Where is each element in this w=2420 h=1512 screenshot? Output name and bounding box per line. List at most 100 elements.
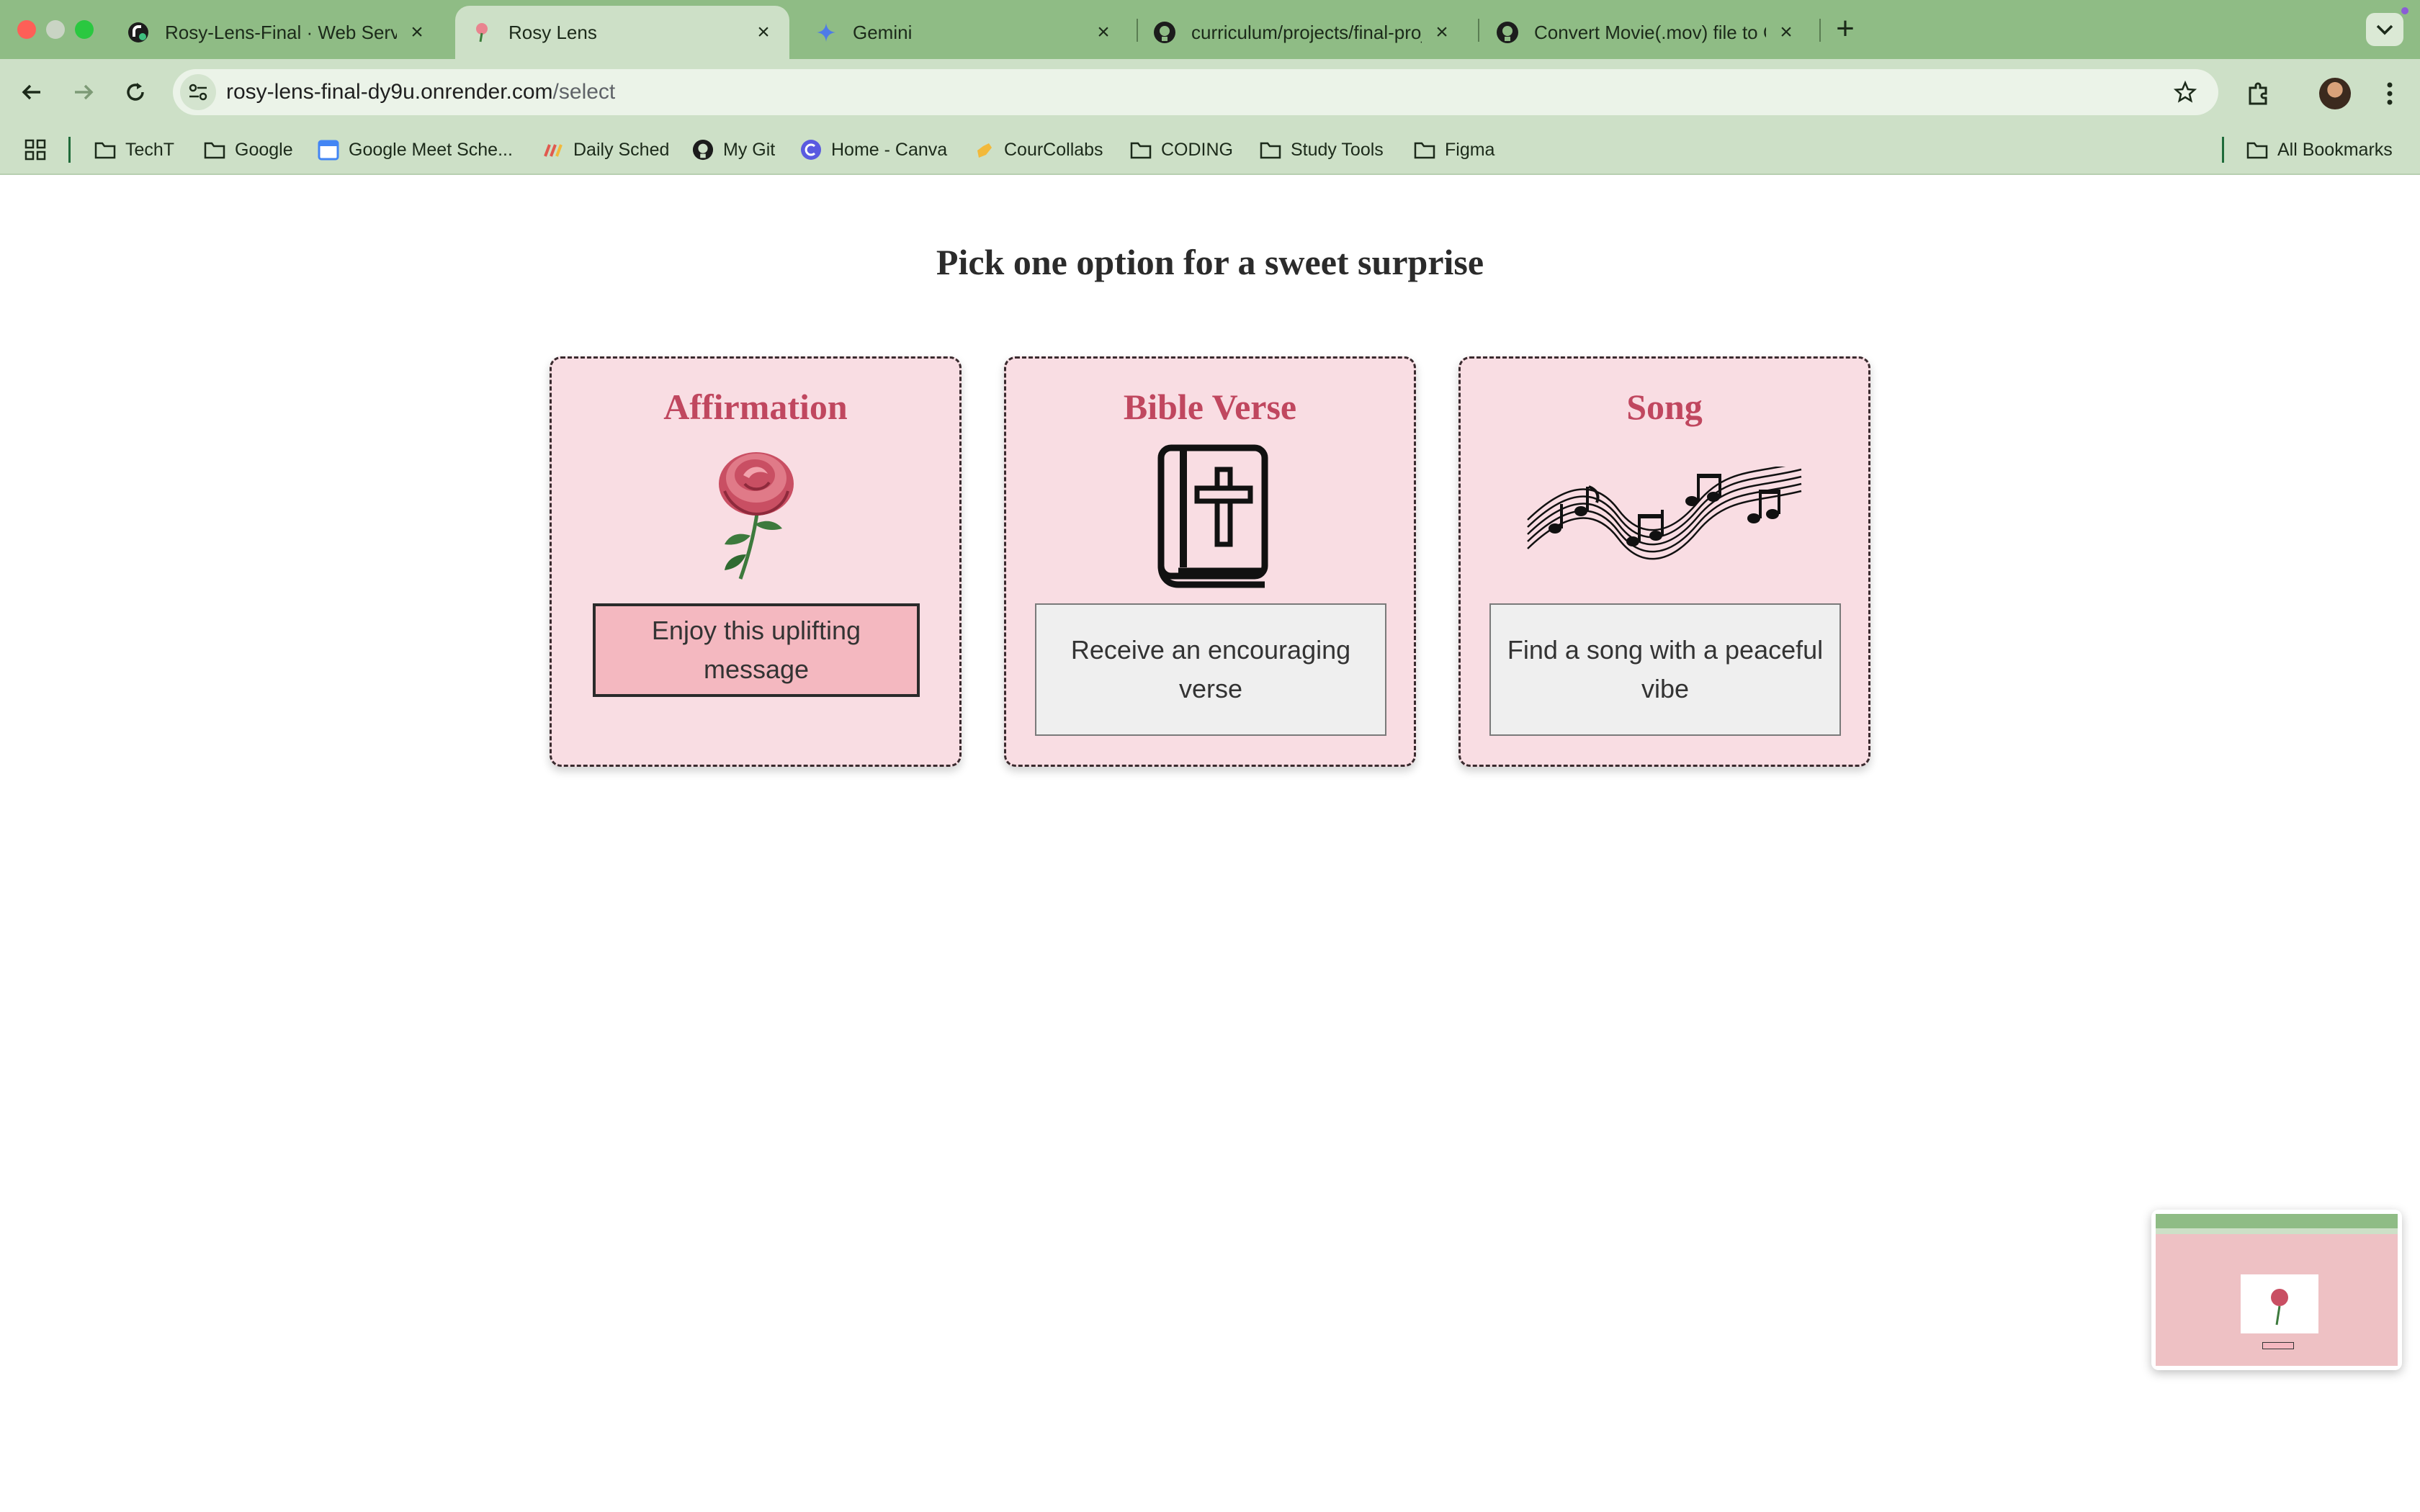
tab-search-button[interactable] [2366,13,2403,46]
bookmark-google[interactable]: Google [203,135,293,164]
github-icon [691,138,714,161]
song-button[interactable]: Find a song with a peaceful vibe [1489,603,1841,736]
gemini-sparkle-icon [814,20,838,45]
maximize-window-button[interactable] [75,20,94,39]
all-bookmarks-button[interactable]: All Bookmarks [2246,135,2393,164]
hand-icon [972,138,995,161]
bookmark-figma[interactable]: Figma [1413,135,1494,164]
new-tab-button[interactable]: + [1829,13,1861,46]
tab-title: Rosy-Lens-Final · Web Serv [165,21,397,43]
close-tab-icon[interactable]: × [752,20,775,44]
bookmark-label: Figma [1445,139,1495,160]
bookmark-label: My Git [723,139,776,160]
tab-render[interactable]: Rosy-Lens-Final · Web Serv × [112,6,443,59]
bookmark-label: Home - Canva [831,139,948,160]
arrow-left-icon [22,84,40,100]
card-bible-verse[interactable]: Bible Verse Receive an encouraging verse [1004,356,1416,767]
rose-icon [709,446,802,585]
site-info-icon[interactable] [180,74,216,110]
bookmarks-divider [2222,137,2224,163]
kebab-menu-icon[interactable] [2371,75,2408,112]
bookmark-label: Daily Sched [573,139,670,160]
tab-gemini[interactable]: Gemini × [799,6,1129,59]
thumbnail-card [2241,1274,2318,1333]
rose-favicon-icon [470,20,494,45]
bookmark-label: CODING [1161,139,1233,160]
chrome-divider [0,174,2420,175]
close-window-button[interactable] [17,20,36,39]
notification-dot [2401,7,2408,14]
url-path: /select [552,80,616,104]
tab-separator [1478,19,1479,42]
url-text[interactable]: rosy-lens-final-dy9u.onrender.com/select [226,80,615,104]
reload-button[interactable] [117,73,154,111]
bookmark-study-tools[interactable]: Study Tools [1259,135,1384,164]
tab-strip: Rosy-Lens-Final · Web Serv × Rosy Lens ×… [0,0,2420,59]
canva-icon [799,138,823,161]
url-host: rosy-lens-final-dy9u.onrender.com [226,80,553,104]
apps-grid-icon [24,139,46,161]
card-title: Affirmation [663,387,848,427]
music-notes-icon [1525,461,1804,564]
chevron-down-icon [2376,24,2393,35]
tab-github-curriculum[interactable]: curriculum/projects/final-proj × [1138,6,1468,59]
tab-rosy-lens[interactable]: Rosy Lens × [455,6,789,59]
tab-title: Convert Movie(.mov) file to G [1534,21,1766,43]
tab-title: curriculum/projects/final-proj [1191,21,1422,43]
bookmark-daily-sched[interactable]: Daily Sched [542,135,669,164]
github-icon [1152,20,1177,45]
bookmark-label: Study Tools [1291,139,1384,160]
sched-icon [542,138,565,161]
close-tab-icon[interactable]: × [1092,20,1115,44]
apps-grid-button[interactable] [24,135,46,164]
close-tab-icon[interactable]: × [1775,20,1798,44]
card-title: Song [1626,387,1703,427]
folder-icon [1129,138,1152,161]
bible-icon [1151,444,1269,594]
tab-title: Gemini [853,21,913,43]
extensions-puzzle-icon[interactable] [2240,75,2277,112]
folder-icon [1413,138,1436,161]
bookmark-star-icon[interactable] [2169,76,2201,108]
card-song[interactable]: Song Find a song with a peaceful vibe [1458,356,1870,767]
render-logo-icon [126,20,151,45]
folder-icon [203,138,226,161]
tab-title: Rosy Lens [508,21,597,43]
bookmark-courcollabs[interactable]: CourCollabs [972,135,1103,164]
profile-avatar[interactable] [2319,78,2351,109]
tab-github-convert[interactable]: Convert Movie(.mov) file to G × [1481,6,1812,59]
bookmark-canva[interactable]: Home - Canva [799,135,947,164]
card-title: Bible Verse [1123,387,1297,427]
bookmark-google-meet[interactable]: Google Meet Sche... [317,135,513,164]
address-bar[interactable]: rosy-lens-final-dy9u.onrender.com/select [173,69,2218,115]
bookmarks-divider [68,137,71,163]
card-affirmation[interactable]: Affirmation Enjoy this uplifting message [550,356,962,767]
bookmark-techt[interactable]: TechT [94,135,174,164]
bookmark-label: TechT [125,139,175,160]
calendar-icon [317,138,340,161]
arrow-right-icon [75,84,94,100]
thumbnail-toolbar [2156,1228,2398,1234]
bookmark-label: CourCollabs [1004,139,1103,160]
thumbnail-image [2156,1214,2398,1366]
folder-icon [94,138,117,161]
reload-icon [127,83,144,101]
close-tab-icon[interactable]: × [1430,20,1453,44]
bible-verse-button[interactable]: Receive an encouraging verse [1035,603,1386,736]
bookmark-label: Google [235,139,293,160]
affirmation-button[interactable]: Enjoy this uplifting message [593,603,920,697]
bookmark-my-git[interactable]: My Git [691,135,775,164]
bookmarks-bar: TechT Google Google Meet Sche... Daily S… [0,125,2420,174]
minimize-window-button[interactable] [46,20,65,39]
all-bookmarks-label: All Bookmarks [2277,139,2393,160]
thumbnail-tabbar [2156,1214,2398,1228]
folder-icon [1259,138,1282,161]
forward-button[interactable] [65,73,102,111]
page-heading: Pick one option for a sweet surprise [936,242,1484,282]
bookmark-label: Google Meet Sche... [349,139,513,160]
close-tab-icon[interactable]: × [405,20,429,44]
folder-icon [2246,138,2269,161]
screenshot-thumbnail[interactable] [2151,1210,2402,1370]
bookmark-coding[interactable]: CODING [1129,135,1233,164]
back-button[interactable] [13,73,50,111]
